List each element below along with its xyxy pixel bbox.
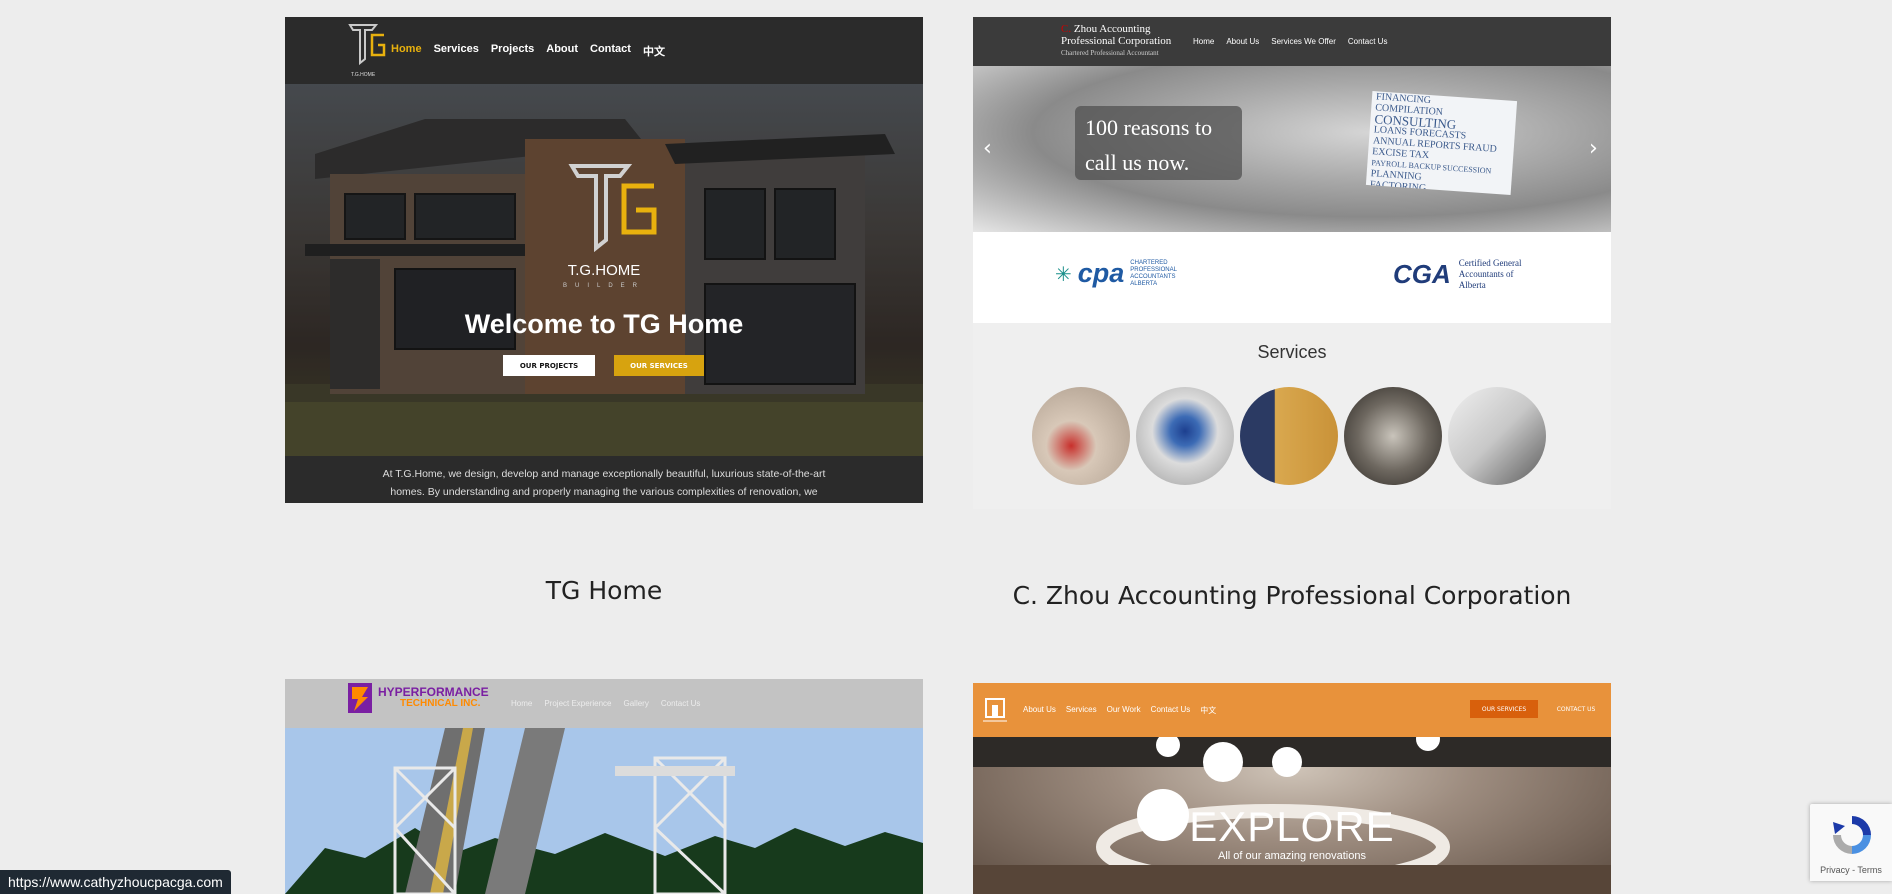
cga-line: Certified General (1458, 258, 1522, 268)
hero-tagline: All of our amazing renovations (1218, 850, 1366, 862)
recaptcha-icon (1833, 816, 1871, 854)
site-nav: About Us Services Our Work Contact Us 中文… (973, 683, 1611, 737)
nav-projects[interactable]: Projects (491, 43, 534, 59)
brand-line2: Professional Corporation (1061, 35, 1172, 47)
keypad-icon[interactable] (1344, 387, 1442, 485)
nav-work[interactable]: Our Work (1107, 705, 1141, 716)
our-services-button[interactable]: OUR SERVICES (1470, 700, 1538, 718)
carousel-prev-icon[interactable]: ‹ (983, 136, 992, 161)
hero-quote: 100 reasons to call us now. (1075, 106, 1242, 180)
services-heading: Services (1257, 342, 1327, 362)
nav-about[interactable]: About (546, 43, 578, 59)
nav-contact[interactable]: Contact Us (1348, 37, 1388, 46)
nav-menu: Home Services Projects About Contact 中文 (391, 43, 665, 59)
link-status-bar: https://www.cathyzhoucpacga.com (0, 870, 231, 894)
brand[interactable]: C. Zhou Accounting Professional Corporat… (1061, 23, 1171, 59)
nav-contact[interactable]: Contact Us (1151, 705, 1191, 716)
books-binder-icon[interactable] (1240, 387, 1338, 485)
nav-menu: About Us Services Our Work Contact Us 中文 (1023, 705, 1216, 716)
recaptcha-badge[interactable]: Privacy - Terms (1810, 804, 1892, 881)
nav-gallery[interactable]: Gallery (624, 699, 649, 708)
nav-chinese[interactable]: 中文 (643, 43, 665, 59)
nav-services[interactable]: Services (1066, 705, 1097, 716)
brand-line1: HYPERFORMANCE (378, 685, 489, 699)
nav-contact[interactable]: Contact (590, 43, 631, 59)
brand-subtitle: Chartered Professional Accountant (1061, 49, 1159, 57)
brand-line1: Zhou Accounting (1073, 23, 1151, 35)
laptop-phone-icon[interactable] (1448, 387, 1546, 485)
hero-headline: Welcome to TG Home (464, 309, 744, 339)
tg-logo-large (568, 164, 657, 252)
tg-logo-sub: BUILDER (562, 283, 645, 289)
c-mark: C. (1061, 23, 1072, 35)
nav-menu: Home About Us Services We Offer Contact … (1193, 37, 1387, 46)
cpa-line: PROFESSIONAL (1130, 266, 1177, 273)
caption-tg-home[interactable]: TG Home (285, 576, 923, 605)
cpa-line: CHARTERED (1130, 259, 1168, 266)
nav-contact[interactable]: Contact Us (661, 699, 701, 708)
intro-text: At T.G.Home, we design, develop and mana… (382, 468, 826, 498)
hero-headline: EXPLORE (1189, 803, 1395, 850)
site-nav: HYPERFORMANCE TECHNICAL INC. Home Projec… (285, 679, 923, 728)
portfolio-card-renovations[interactable]: About Us Services Our Work Contact Us 中文… (973, 683, 1611, 894)
cga-line: Accountants of (1458, 269, 1514, 279)
tg-logo-text: T.G.HOME (567, 262, 641, 279)
conveyor-image (285, 728, 923, 894)
calculator-binder-icon[interactable] (1032, 387, 1130, 485)
contact-us-button[interactable]: CONTACT US (1548, 700, 1604, 718)
portfolio-card-hyperformance[interactable]: HYPERFORMANCE TECHNICAL INC. Home Projec… (285, 679, 923, 894)
our-services-button[interactable]: OUR SERVICES (614, 355, 704, 376)
cpa-line: ACCOUNTANTS (1130, 273, 1176, 280)
nav-about[interactable]: About Us (1023, 705, 1056, 716)
cpa-maple-icon: ✳ (1055, 261, 1072, 286)
site-nav: C. Zhou Accounting Professional Corporat… (973, 17, 1611, 66)
hero-image: T.G.HOME BUILDER Welcome to TG Home OUR … (285, 84, 923, 456)
accreditation-logos: ✳ cpa CHARTERED PROFESSIONAL ACCOUNTANTS… (973, 232, 1611, 323)
site-nav: T.G.HOME Home Services Projects About Co… (285, 17, 923, 84)
interior-image: EXPLORE All of our amazing renovations (973, 737, 1611, 894)
portfolio-card-tg-home[interactable]: T.G.HOME BUILDER Welcome to TG Home OUR … (285, 17, 923, 503)
our-projects-button[interactable]: OUR PROJECTS (503, 355, 595, 376)
nav-menu: Home Project Experience Gallery Contact … (511, 699, 700, 708)
nav-services[interactable]: Services We Offer (1271, 37, 1336, 46)
service-icons (1032, 387, 1546, 485)
caption-zhou-accounting[interactable]: C. Zhou Accounting Professional Corporat… (973, 581, 1611, 610)
nav-home[interactable]: Home (511, 699, 532, 708)
brand[interactable]: HYPERFORMANCE TECHNICAL INC. (378, 685, 489, 709)
cga-logo: CGA Certified General Accountants of Alb… (1393, 258, 1522, 291)
cpa-logo-text: cpa (1077, 258, 1125, 288)
cga-line: Alberta (1458, 280, 1486, 290)
portfolio-card-zhou-accounting[interactable]: C. Zhou Accounting Professional Corporat… (973, 17, 1611, 509)
hero-carousel: 100 reasons to call us now. FINANCING CO… (973, 66, 1611, 232)
business-card-image: FINANCING COMPILATION CONSULTING LOANS F… (1365, 91, 1518, 195)
brand-line2: TECHNICAL INC. (400, 698, 481, 709)
nav-services[interactable]: Services (434, 43, 479, 59)
renovation-logo-icon[interactable] (983, 693, 1007, 723)
nav-chinese[interactable]: 中文 (1200, 705, 1216, 716)
nav-home[interactable]: Home (391, 43, 422, 59)
nav-about[interactable]: About Us (1226, 37, 1259, 46)
nav-home[interactable]: Home (1193, 37, 1214, 46)
recaptcha-links[interactable]: Privacy - Terms (1810, 865, 1892, 875)
nav-projects[interactable]: Project Experience (544, 699, 611, 708)
tg-small-logo-text: T.G.HOME (351, 72, 376, 78)
cpa-logo: ✳ cpa CHARTERED PROFESSIONAL ACCOUNTANTS… (1055, 258, 1177, 289)
tg-logo-small[interactable] (348, 23, 388, 75)
cpa-line: ALBERTA (1130, 280, 1158, 287)
mouse-documents-icon[interactable] (1136, 387, 1234, 485)
cga-logo-text: CGA (1393, 259, 1451, 289)
intro-section: At T.G.Home, we design, develop and mana… (285, 456, 923, 503)
hyperformance-logo-icon (348, 683, 372, 713)
carousel-next-icon[interactable]: › (1589, 136, 1598, 161)
